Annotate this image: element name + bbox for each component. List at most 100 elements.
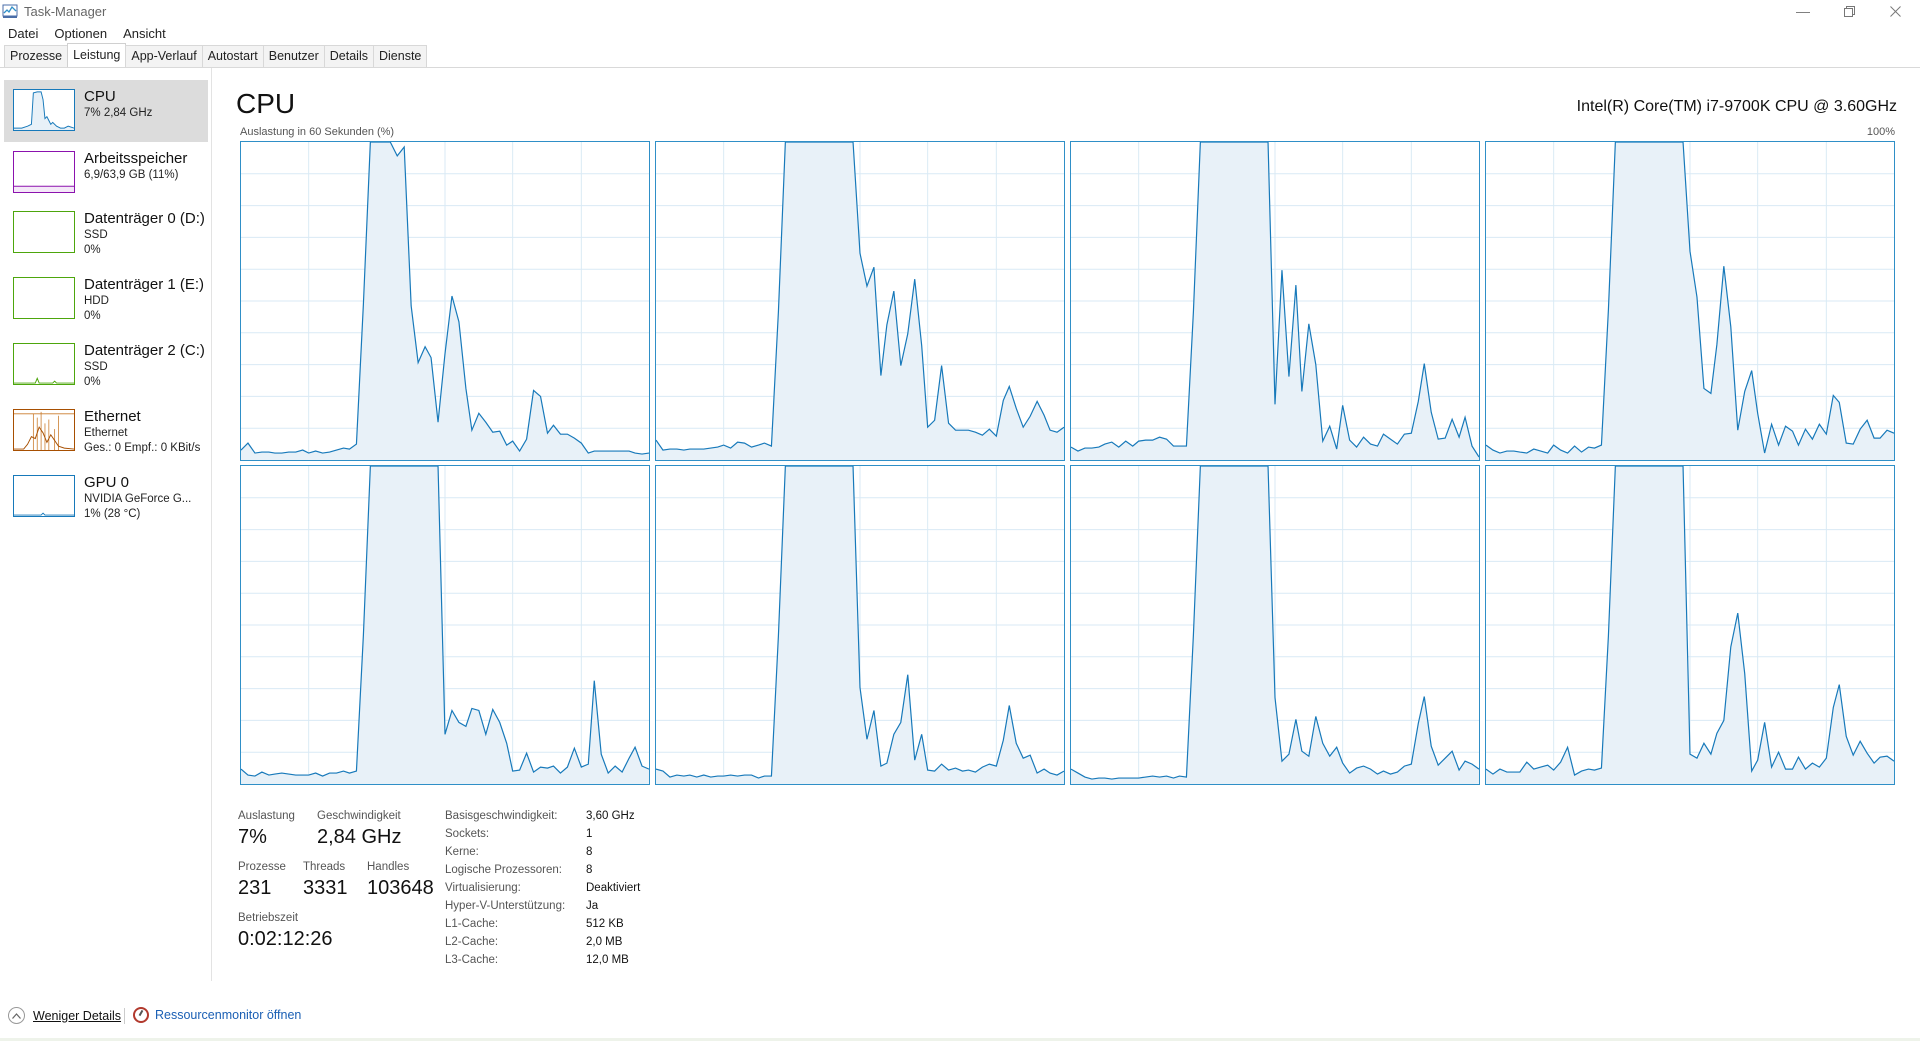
sidebar-item-title: CPU [84, 88, 116, 105]
stat-handles: Handles 103648 [367, 861, 434, 900]
tab-prozesse[interactable]: Prozesse [4, 45, 69, 67]
spec-value: 2,0 MB [586, 936, 623, 948]
stat-geschwindigkeit: Geschwindigkeit 2,84 GHz [317, 810, 401, 849]
stat-value: 231 [238, 877, 272, 899]
cpu-thumbnail [13, 89, 75, 131]
resource-monitor-icon [133, 1007, 149, 1023]
spec-value: 3,60 GHz [586, 810, 635, 822]
menu-bar: Datei Optionen Ansicht [0, 24, 174, 44]
core-graphs [240, 141, 1896, 786]
core-graph-7[interactable] [1485, 465, 1895, 785]
core-graph-2[interactable] [1070, 141, 1480, 461]
sidebar-item-usage: 1% (28 °C) [84, 508, 141, 520]
spec-row: Logische Prozessoren: 8 [445, 864, 640, 882]
tab-app-verlauf[interactable]: App-Verlauf [125, 45, 203, 67]
spec-value: 512 KB [586, 918, 624, 930]
sidebar-item-datentraeger-0[interactable]: Datenträger 0 (D:) SSD 0% [4, 202, 208, 264]
spec-key: Basisgeschwindigkeit: [445, 810, 558, 822]
core-graph-6[interactable] [1070, 465, 1480, 785]
cpu-model-name: Intel(R) Core(TM) i7-9700K CPU @ 3.60GHz [1576, 98, 1897, 115]
stat-value: 3331 [303, 877, 348, 899]
resource-monitor-link[interactable]: Ressourcenmonitor öffnen [133, 1007, 301, 1023]
disk-thumbnail [13, 343, 75, 385]
sidebar-item-throughput: Ges.: 0 Empf.: 0 KBit/s [84, 442, 201, 454]
spec-value: 8 [586, 864, 593, 876]
tab-leistung[interactable]: Leistung [67, 43, 127, 67]
sidebar-item-usage: 0% [84, 310, 101, 322]
fewer-details-button[interactable]: Weniger Details [8, 1007, 121, 1024]
core-graph-3[interactable] [1485, 141, 1895, 461]
sidebar-item-detail: 6,9/63,9 GB (11%) [84, 169, 179, 181]
sidebar-item-detail: Ethernet [84, 427, 128, 439]
title-bar: Task-Manager — [0, 0, 1920, 24]
spec-key: L1-Cache: [445, 918, 499, 930]
spec-row: Sockets: 1 [445, 828, 640, 846]
stat-label: Betriebszeit [238, 912, 299, 924]
stat-auslastung: Auslastung 7% [238, 810, 295, 849]
footer-separator [124, 1008, 125, 1024]
core-graph-5[interactable] [655, 465, 1065, 785]
stat-value: 2,84 GHz [317, 826, 402, 848]
memory-thumbnail [13, 151, 75, 193]
page-title: CPU [236, 88, 296, 119]
sidebar-item-detail: SSD [84, 229, 108, 241]
sidebar-item-title: GPU 0 [84, 474, 130, 491]
stat-label: Geschwindigkeit [317, 810, 401, 822]
tab-autostart[interactable]: Autostart [201, 45, 264, 67]
menu-ansicht[interactable]: Ansicht [115, 24, 174, 44]
sidebar-item-datentraeger-2[interactable]: Datenträger 2 (C:) SSD 0% [4, 334, 208, 396]
chevron-up-icon [8, 1007, 25, 1024]
graph-max-label: 100% [1866, 126, 1895, 138]
tab-divider [0, 67, 1920, 68]
sidebar-item-cpu[interactable]: CPU 7% 2,84 GHz [4, 80, 208, 142]
close-icon [1889, 5, 1901, 17]
close-button[interactable] [1872, 0, 1918, 22]
tab-details[interactable]: Details [323, 45, 374, 67]
tab-benutzer[interactable]: Benutzer [262, 45, 325, 67]
spec-key: Kerne: [445, 846, 479, 858]
sidebar-item-datentraeger-1[interactable]: Datenträger 1 (E:) HDD 0% [4, 268, 208, 330]
bottom-edge [0, 1038, 1920, 1041]
menu-datei[interactable]: Datei [0, 24, 46, 44]
spec-row: Basisgeschwindigkeit: 3,60 GHz [445, 810, 640, 828]
sidebar-item-usage: 0% [84, 244, 101, 256]
stat-threads: Threads 3331 [303, 861, 348, 900]
core-graph-4[interactable] [240, 465, 650, 785]
sidebar-item-usage: 0% [84, 376, 101, 388]
restore-icon [1843, 5, 1855, 17]
ethernet-thumbnail [13, 409, 75, 451]
stat-betriebszeit: Betriebszeit 0:02:12:26 [238, 912, 333, 951]
sidebar-item-title: Datenträger 1 (E:) [84, 276, 205, 293]
core-graph-0[interactable] [240, 141, 650, 461]
stat-value: 7% [238, 826, 267, 848]
menu-optionen[interactable]: Optionen [46, 24, 115, 44]
sidebar-item-detail: HDD [84, 295, 109, 307]
stat-value: 103648 [367, 877, 434, 899]
sidebar-item-detail: 7% 2,84 GHz [84, 107, 153, 119]
spec-value: Deaktiviert [586, 882, 641, 894]
minimize-icon: — [1796, 3, 1810, 19]
spec-key: L3-Cache: [445, 954, 499, 966]
spec-row: Hyper-V-Unterstützung: Ja [445, 900, 640, 918]
sidebar-item-arbeitsspeicher[interactable]: Arbeitsspeicher 6,9/63,9 GB (11%) [4, 142, 208, 204]
disk-thumbnail [13, 211, 75, 253]
sidebar-item-ethernet[interactable]: Ethernet Ethernet Ges.: 0 Empf.: 0 KBit/… [4, 400, 208, 462]
spec-row: Kerne: 8 [445, 846, 640, 864]
minimize-button[interactable]: — [1780, 0, 1826, 22]
sidebar-item-gpu-0[interactable]: GPU 0 NVIDIA GeForce G... 1% (28 °C) [4, 466, 208, 528]
spec-row: L3-Cache: 12,0 MB [445, 954, 640, 972]
cpu-specs: Basisgeschwindigkeit: 3,60 GHz Sockets: 1 … [445, 810, 640, 972]
restore-button[interactable] [1826, 0, 1872, 22]
tab-dienste[interactable]: Dienste [372, 45, 428, 67]
fewer-details-label: Weniger Details [33, 1008, 122, 1023]
task-manager-icon [2, 4, 18, 18]
spec-key: Sockets: [445, 828, 490, 840]
stat-value: 0:02:12:26 [238, 928, 333, 950]
spec-row: Virtualisierung: Deaktiviert [445, 882, 640, 900]
spec-key: Logische Prozessoren: [445, 864, 562, 876]
sidebar-item-title: Datenträger 0 (D:) [84, 210, 205, 227]
sidebar-item-title: Ethernet [84, 408, 141, 425]
core-graph-1[interactable] [655, 141, 1065, 461]
sidebar-item-detail: NVIDIA GeForce G... [84, 493, 192, 505]
gpu-thumbnail [13, 475, 75, 517]
